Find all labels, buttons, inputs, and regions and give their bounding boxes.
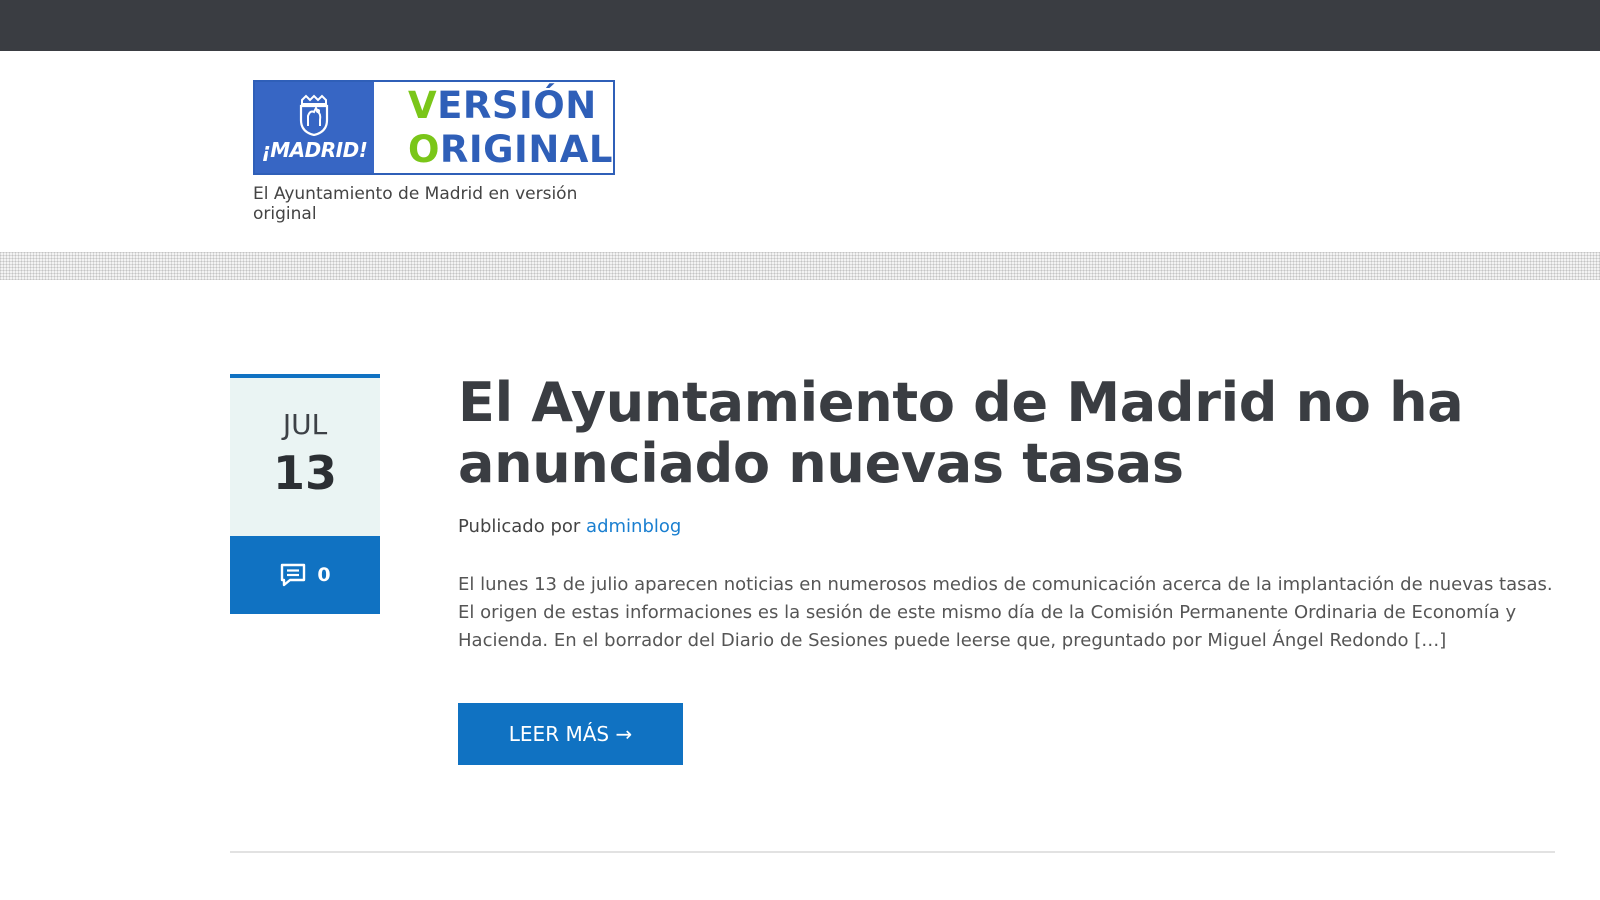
post-date-month: JUL (282, 408, 328, 441)
madrid-coat-of-arms-icon (300, 94, 329, 136)
wordmark-rest: ERSIÓN (437, 83, 597, 127)
madrid-logo-panel: ¡MADRID! (255, 82, 374, 173)
post-article: El Ayuntamiento de Madrid no ha anunciad… (458, 372, 1558, 655)
site-tagline: El Ayuntamiento de Madrid en versión ori… (253, 184, 578, 224)
madrid-brand-text: ¡MADRID! (261, 137, 368, 162)
post-date-box: JUL 13 0 (230, 374, 380, 614)
comment-icon (281, 563, 306, 587)
post-divider (230, 851, 1555, 853)
comments-link[interactable]: 0 (230, 536, 380, 614)
wordmark-initial: V (407, 83, 438, 127)
byline-prefix: Publicado por (458, 516, 581, 537)
post-title[interactable]: El Ayuntamiento de Madrid no ha anunciad… (458, 372, 1558, 494)
wordmark-initial: O (407, 127, 440, 171)
top-bar (0, 0, 1600, 51)
site-logo[interactable]: ¡MADRID! VERSIÓN ORIGINAL (253, 80, 615, 175)
header-pattern-divider (0, 252, 1600, 280)
read-more-button[interactable]: LEER MÁS → (458, 703, 683, 765)
post-excerpt: El lunes 13 de julio aparecen noticias e… (458, 574, 1553, 651)
post-byline: Publicado por adminblog (458, 516, 1558, 537)
post-date: JUL 13 (230, 374, 380, 536)
wordmark-rest: RIGINAL (439, 127, 613, 171)
wordmark-line-2: ORIGINAL (408, 128, 613, 172)
comment-count: 0 (317, 564, 331, 586)
author-link[interactable]: adminblog (586, 516, 681, 537)
site-header: ¡MADRID! VERSIÓN ORIGINAL El Ayuntamient… (0, 51, 1600, 251)
wordmark-line-1: VERSIÓN (408, 84, 613, 128)
version-original-wordmark: VERSIÓN ORIGINAL (374, 82, 613, 173)
post-date-day: 13 (272, 446, 337, 500)
